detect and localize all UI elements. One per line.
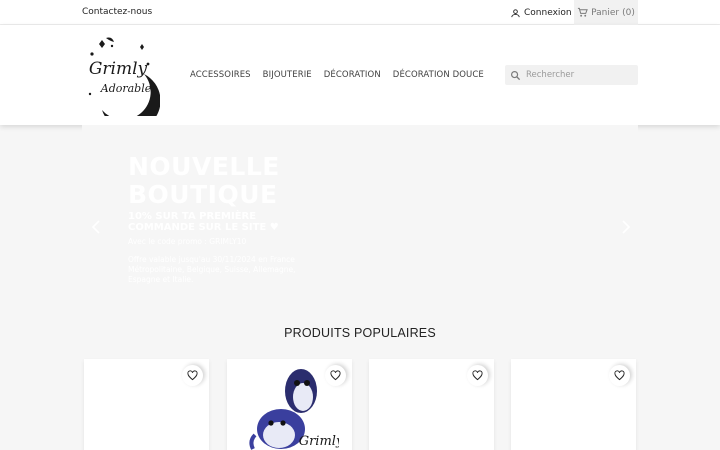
nav-item-decoration[interactable]: DÉCORATION (324, 70, 381, 80)
search-input[interactable] (526, 70, 631, 80)
top-bar: Contactez-nous Connexion Panier (0) (0, 0, 720, 25)
login-label: Connexion (524, 8, 572, 18)
heart-icon (472, 370, 483, 381)
hero-promo-code: Avec le code promo : GRIMLY10 (128, 237, 247, 246)
login-link[interactable]: Connexion (510, 6, 572, 20)
wishlist-button[interactable] (325, 365, 346, 386)
main-nav: ACCESSOIRES BIJOUTERIE DÉCORATION DÉCORA… (190, 70, 484, 80)
hero-description: Offre valable jusqu'au 30/11/2024 en Fra… (128, 255, 296, 284)
nav-item-accessoires[interactable]: ACCESSOIRES (190, 70, 251, 80)
user-icon (511, 8, 520, 17)
search-box (505, 65, 638, 85)
svg-text:Grimly: Grimly (89, 59, 148, 79)
carousel-next-arrow-icon[interactable] (618, 219, 634, 235)
wishlist-button[interactable] (609, 365, 630, 386)
product-card[interactable]: Grimly Adorable (227, 359, 352, 450)
carousel-prev-arrow-icon[interactable] (88, 219, 104, 235)
site-logo[interactable]: Grimly Adorable (82, 34, 160, 116)
search-icon[interactable] (510, 70, 521, 81)
wishlist-button[interactable] (467, 365, 488, 386)
nav-item-decoration-douce[interactable]: DÉCORATION DOUCE (393, 70, 484, 80)
contact-link[interactable]: Contactez-nous (82, 7, 152, 17)
site-header: Grimly Adorable ACCESSOIRES BIJOUTERIE D… (0, 25, 720, 125)
svg-text:Grimly: Grimly (299, 434, 339, 449)
svg-text:Adorable: Adorable (100, 82, 152, 95)
cart-label: Panier (591, 7, 620, 18)
product-card[interactable] (511, 359, 636, 450)
cart-count: (0) (622, 7, 635, 18)
hero-title: NOUVELLE BOUTIQUE (128, 152, 280, 209)
product-card[interactable] (369, 359, 494, 450)
nav-item-bijouterie[interactable]: BIJOUTERIE (263, 70, 312, 80)
heart-icon (187, 370, 198, 381)
heart-icon (330, 370, 341, 381)
cart-button[interactable]: Panier (0) (574, 0, 638, 25)
product-card[interactable] (84, 359, 209, 450)
hero-subtitle: 10% SUR TA PREMIÈRE COMMANDE SUR LE SITE… (128, 211, 279, 233)
wishlist-button[interactable] (182, 365, 203, 386)
cart-icon (578, 7, 588, 17)
popular-products-title: PRODUITS POPULAIRES (284, 326, 436, 340)
product-image[interactable]: Grimly Adorable (239, 361, 339, 450)
heart-icon (614, 370, 625, 381)
hero-carousel: NOUVELLE BOUTIQUE 10% SUR TA PREMIÈRE CO… (82, 125, 638, 330)
